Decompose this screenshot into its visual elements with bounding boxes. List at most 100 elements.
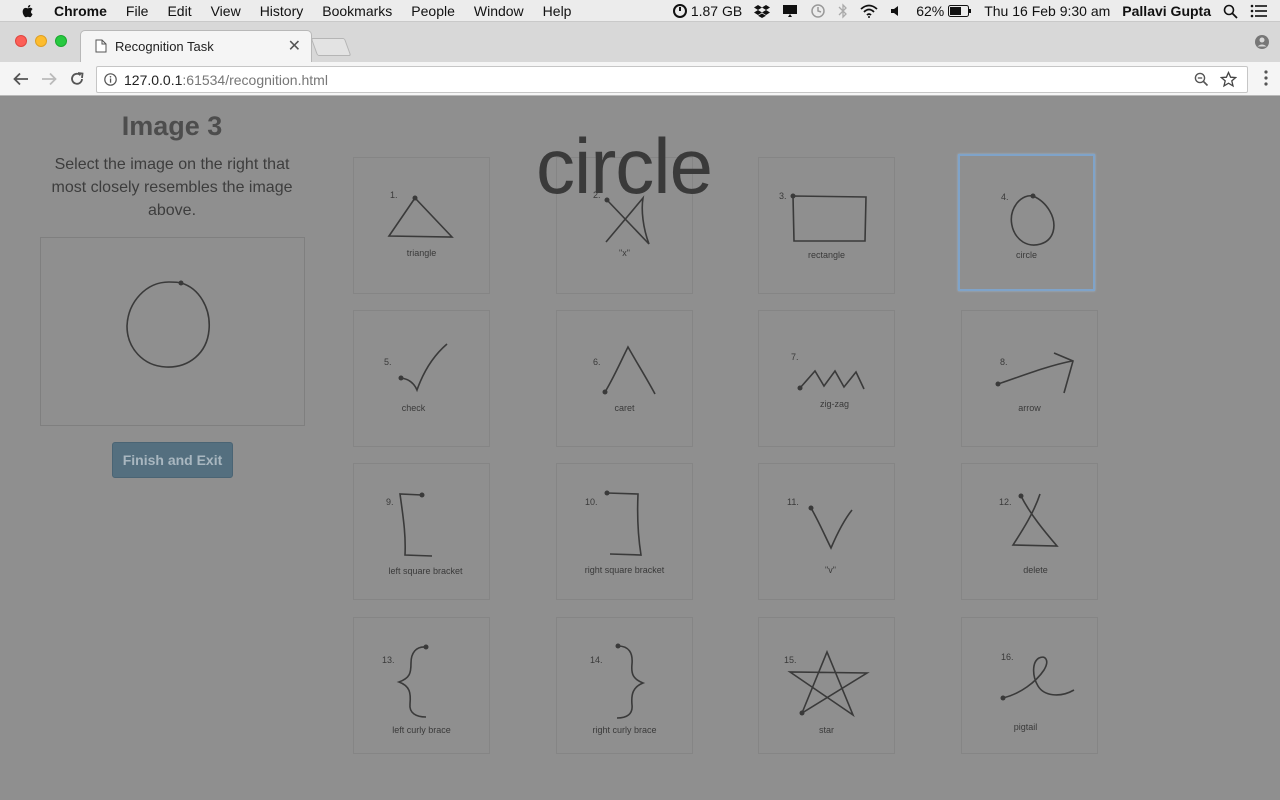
zoom-icon[interactable] xyxy=(1194,72,1209,87)
browser-toolbar: 127.0.0.1:61534/recognition.html xyxy=(0,62,1280,96)
gesture-card-delete[interactable]: 12. delete xyxy=(961,463,1098,600)
finish-and-exit-button[interactable]: Finish and Exit xyxy=(112,442,233,478)
delete-drawing xyxy=(1011,493,1059,547)
user-name[interactable]: Pallavi Gupta xyxy=(1122,3,1211,19)
display-icon[interactable] xyxy=(782,4,798,18)
battery-status[interactable]: 62% xyxy=(916,3,972,19)
time-machine-icon[interactable] xyxy=(810,3,826,19)
gesture-card-right-curly-brace[interactable]: 14. right curly brace xyxy=(556,617,693,754)
menu-view[interactable]: View xyxy=(211,3,241,19)
target-circle-drawing xyxy=(126,280,210,368)
tab-recognition-task[interactable]: Recognition Task ✕ xyxy=(80,30,312,62)
menu-edit[interactable]: Edit xyxy=(167,3,191,19)
tab-strip: Recognition Task ✕ xyxy=(0,22,1280,62)
info-icon[interactable] xyxy=(104,73,117,86)
left-square-bracket-drawing xyxy=(399,492,433,557)
gesture-label: left curly brace xyxy=(392,725,451,735)
bluetooth-icon[interactable] xyxy=(838,3,848,19)
gesture-card-left-square-bracket[interactable]: 9. left square bracket xyxy=(353,463,490,600)
gesture-card-v[interactable]: 11. "v" xyxy=(758,463,895,600)
tab-title: Recognition Task xyxy=(115,39,214,54)
menu-app-name[interactable]: Chrome xyxy=(54,3,107,19)
window-minimize-button[interactable] xyxy=(35,35,47,47)
battery-icon xyxy=(948,5,972,17)
check-drawing xyxy=(398,343,448,393)
rectangle-drawing xyxy=(790,193,867,242)
gesture-label: right square bracket xyxy=(584,565,665,575)
gesture-label: check xyxy=(401,403,426,413)
page-content: Image 3 Select the image on the right th… xyxy=(0,97,1280,800)
gesture-label: "v" xyxy=(825,565,836,575)
gesture-card-rectangle[interactable]: 3. rectangle xyxy=(758,157,895,294)
address-bar[interactable]: 127.0.0.1:61534/recognition.html xyxy=(96,66,1248,93)
volume-icon[interactable] xyxy=(890,4,904,18)
gesture-label: "x" xyxy=(619,248,630,258)
gesture-label: caret xyxy=(614,403,635,413)
right-square-bracket-drawing xyxy=(604,490,642,556)
reload-button[interactable] xyxy=(67,69,87,89)
gesture-label: right curly brace xyxy=(592,725,657,735)
menu-file[interactable]: File xyxy=(126,3,149,19)
gesture-card-check[interactable]: 5. check xyxy=(353,310,490,447)
gesture-card-star[interactable]: 15. star xyxy=(758,617,895,754)
forward-button[interactable] xyxy=(39,69,59,89)
menu-history[interactable]: History xyxy=(260,3,304,19)
menu-bookmarks[interactable]: Bookmarks xyxy=(322,3,392,19)
gesture-card-circle[interactable]: 4. circle xyxy=(958,154,1095,291)
gesture-label: triangle xyxy=(406,248,437,258)
url-path: :61534/recognition.html xyxy=(182,72,328,88)
gesture-label: arrow xyxy=(1018,403,1041,413)
window-zoom-button[interactable] xyxy=(55,35,67,47)
new-tab-button[interactable] xyxy=(310,38,352,56)
apple-icon[interactable] xyxy=(20,3,36,19)
dropbox-icon[interactable] xyxy=(754,4,771,18)
recognized-gesture-text: circle xyxy=(536,122,713,210)
status-area: 1.87 GB 62% Thu 16 Feb 9:30 am Pallavi G… xyxy=(672,0,1280,22)
back-arrow-icon xyxy=(13,72,28,86)
url-text: 127.0.0.1:61534/recognition.html xyxy=(124,72,328,88)
bookmark-star-icon[interactable] xyxy=(1220,71,1237,88)
url-host: 127.0.0.1 xyxy=(124,72,183,88)
spotlight-search-icon[interactable] xyxy=(1223,4,1238,19)
menu-people[interactable]: People xyxy=(411,3,455,19)
gesture-card-right-square-bracket[interactable]: 10. right square bracket xyxy=(556,463,693,600)
battery-percent: 62% xyxy=(916,3,945,19)
memory-value: 1.87 GB xyxy=(690,3,743,19)
gesture-card-caret[interactable]: 6. caret xyxy=(556,310,693,447)
pigtail-drawing xyxy=(1000,656,1075,701)
gesture-card-left-curly-brace[interactable]: 13. left curly brace xyxy=(353,617,490,754)
circle-drawing xyxy=(1010,193,1055,246)
clock[interactable]: Thu 16 Feb 9:30 am xyxy=(984,3,1110,19)
gesture-label: left square bracket xyxy=(388,566,463,576)
gesture-label: pigtail xyxy=(1013,722,1038,732)
triangle-drawing xyxy=(387,195,454,238)
wifi-icon[interactable] xyxy=(860,4,878,18)
zig-zag-drawing xyxy=(797,369,865,391)
window-close-button[interactable] xyxy=(15,35,27,47)
document-icon xyxy=(95,39,107,53)
reload-icon xyxy=(71,72,84,85)
gesture-label: circle xyxy=(1015,250,1037,260)
notification-center-icon[interactable] xyxy=(1250,4,1268,18)
menu-help[interactable]: Help xyxy=(543,3,572,19)
chrome-menu-icon[interactable] xyxy=(1264,70,1268,86)
target-image xyxy=(40,237,305,426)
menu-bar: Chrome File Edit View History Bookmarks … xyxy=(0,0,1280,22)
gesture-label: delete xyxy=(1023,565,1048,575)
gesture-card-arrow[interactable]: 8. arrow xyxy=(961,310,1098,447)
gesture-card-pigtail[interactable]: 16. pigtail xyxy=(961,617,1098,754)
gesture-card-zig-zag[interactable]: 7. zig-zag xyxy=(758,310,895,447)
profile-icon[interactable] xyxy=(1254,34,1270,50)
v-drawing xyxy=(808,505,853,550)
memory-gauge-icon xyxy=(672,4,687,18)
forward-arrow-icon xyxy=(42,72,57,86)
instructions-text: Select the image on the right that most … xyxy=(51,156,293,219)
tab-close-icon[interactable]: ✕ xyxy=(288,36,301,56)
menu-window[interactable]: Window xyxy=(474,3,524,19)
caret-drawing xyxy=(602,345,656,395)
memory-status[interactable]: 1.87 GB xyxy=(672,3,743,19)
back-button[interactable] xyxy=(11,69,31,89)
gesture-card-triangle[interactable]: 1. triangle xyxy=(353,157,490,294)
gesture-label: zig-zag xyxy=(819,399,849,409)
gesture-label: star xyxy=(818,725,834,735)
